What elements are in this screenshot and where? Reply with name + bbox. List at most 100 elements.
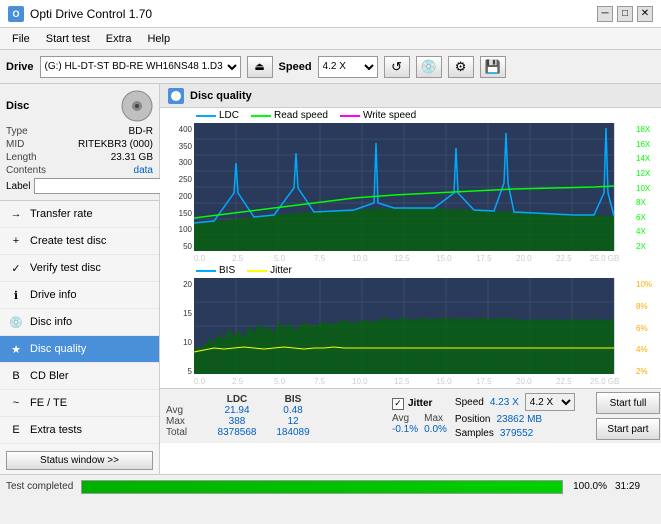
chart1-legend: LDC Read speed Write speed — [196, 110, 661, 121]
save-button[interactable]: 💾 — [480, 56, 506, 78]
minimize-button[interactable]: ─ — [597, 6, 613, 22]
action-buttons: Start full Start part — [596, 392, 660, 440]
nav-disc-info[interactable]: 💿 Disc info — [0, 309, 159, 336]
ldc-avg: 21.94 — [212, 405, 262, 416]
chart1-area: 400 350 300 250 200 150 100 50 — [164, 123, 661, 263]
nav-disc-quality[interactable]: ★ Disc quality — [0, 336, 159, 363]
jitter-check-label: Jitter — [408, 398, 432, 409]
maximize-button[interactable]: □ — [617, 6, 633, 22]
progress-percent: 100.0% — [571, 481, 607, 492]
total-label: Total — [166, 427, 206, 438]
speed-select-stats[interactable]: 4.2 X — [525, 393, 575, 411]
window-controls[interactable]: ─ □ ✕ — [597, 6, 653, 22]
drive-select[interactable]: (G:) HL-DT-ST BD-RE WH16NS48 1.D3 — [40, 56, 241, 78]
drive-label: Drive — [6, 61, 34, 73]
status-window-button[interactable]: Status window >> — [6, 451, 153, 470]
position-value: 23862 MB — [497, 414, 543, 425]
stats-table: LDC BIS Avg 21.94 0.48 Max 388 12 Total … — [166, 394, 384, 438]
svg-text:10.0: 10.0 — [352, 377, 368, 386]
nav-create-test-disc-label: Create test disc — [30, 235, 106, 247]
disc-label-input[interactable] — [34, 178, 168, 194]
read-speed-color — [251, 115, 271, 117]
content-title: Disc quality — [190, 90, 252, 102]
ldc-color — [196, 115, 216, 117]
refresh-button[interactable]: ↺ — [384, 56, 410, 78]
content-header: Disc quality — [160, 84, 661, 108]
speed-value: 4.23 X — [490, 397, 519, 408]
nav-fe-te-label: FE / TE — [30, 397, 67, 409]
progress-bar — [81, 480, 563, 494]
ldc-legend: LDC — [196, 110, 239, 121]
nav-drive-info-label: Drive info — [30, 289, 76, 301]
settings-button[interactable]: ⚙ — [448, 56, 474, 78]
bis-legend: BIS — [196, 265, 235, 276]
jitter-max: 0.0% — [424, 424, 447, 435]
disc-icon — [121, 90, 153, 122]
start-part-button[interactable]: Start part — [596, 418, 660, 440]
drive-info-icon: ℹ — [8, 287, 24, 303]
svg-text:5.0: 5.0 — [274, 254, 286, 263]
ldc-header: LDC — [212, 394, 262, 405]
speed-select[interactable]: 4.2 X — [318, 56, 378, 78]
menubar: File Start test Extra Help — [0, 28, 661, 50]
cd-bler-icon: B — [8, 368, 24, 384]
avg-label: Avg — [166, 405, 206, 416]
svg-text:15.0: 15.0 — [436, 254, 452, 263]
svg-text:10.0: 10.0 — [352, 254, 368, 263]
ldc-total: 8378568 — [212, 427, 262, 438]
nav-drive-info[interactable]: ℹ Drive info — [0, 282, 159, 309]
nav-verify-test-disc[interactable]: ✓ Verify test disc — [0, 255, 159, 282]
eject-button[interactable]: ⏏ — [247, 56, 273, 78]
ldc-max: 388 — [212, 416, 262, 427]
speed-position-section: Speed 4.23 X 4.2 X Position 23862 MB Sam… — [455, 393, 575, 439]
start-full-button[interactable]: Start full — [596, 392, 660, 414]
menu-starttest[interactable]: Start test — [38, 31, 98, 47]
nav-extra-tests-label: Extra tests — [30, 424, 82, 436]
chart2-legend: BIS Jitter — [196, 265, 661, 276]
stats-bar: LDC BIS Avg 21.94 0.48 Max 388 12 Total … — [160, 388, 661, 443]
chart1-y-left: 400 350 300 250 200 150 100 50 — [164, 123, 194, 263]
svg-text:0.0: 0.0 — [194, 254, 206, 263]
disc-info-icon: 💿 — [8, 314, 24, 330]
speed-label: Speed — [279, 61, 312, 73]
chart2-svg: 0.0 2.5 5.0 7.5 10.0 12.5 15.0 17.5 20.0… — [194, 278, 634, 388]
nav-extra-tests[interactable]: E Extra tests — [0, 417, 159, 444]
svg-text:20.0: 20.0 — [516, 254, 532, 263]
menu-help[interactable]: Help — [139, 31, 178, 47]
bis-total: 184089 — [268, 427, 318, 438]
titlebar-left: O Opti Drive Control 1.70 — [8, 6, 152, 22]
chart2-y-left: 20 15 10 5 — [164, 278, 194, 388]
progress-time: 31:29 — [615, 481, 655, 492]
chart2-container: BIS Jitter 20 15 10 5 — [160, 263, 661, 388]
svg-text:17.5: 17.5 — [476, 254, 492, 263]
toolbar: Drive (G:) HL-DT-ST BD-RE WH16NS48 1.D3 … — [0, 50, 661, 84]
write-speed-color — [340, 115, 360, 117]
menu-file[interactable]: File — [4, 31, 38, 47]
max-label: Max — [166, 416, 206, 427]
disc-title: Disc — [6, 100, 29, 112]
svg-text:25.0 GB: 25.0 GB — [590, 254, 619, 263]
read-speed-legend: Read speed — [251, 110, 328, 121]
disc-mid-field: MID RITEKBR3 (000) — [6, 139, 153, 150]
nav-disc-info-label: Disc info — [30, 316, 72, 328]
nav-create-test-disc[interactable]: + Create test disc — [0, 228, 159, 255]
svg-text:12.5: 12.5 — [394, 254, 410, 263]
main-layout: Disc Type BD-R MID RITEKBR3 (000) Length… — [0, 84, 661, 474]
chart2-y-right: 10% 8% 6% 4% 2% — [634, 278, 661, 388]
nav-cd-bler[interactable]: B CD Bler — [0, 363, 159, 390]
svg-text:17.5: 17.5 — [476, 377, 492, 386]
menu-extra[interactable]: Extra — [98, 31, 140, 47]
jitter-checkbox[interactable]: ✓ — [392, 398, 404, 410]
verify-test-disc-icon: ✓ — [8, 260, 24, 276]
svg-text:2.5: 2.5 — [232, 254, 244, 263]
disc-header: Disc — [6, 90, 153, 122]
disc-button[interactable]: 💿 — [416, 56, 442, 78]
nav-transfer-rate[interactable]: → Transfer rate — [0, 201, 159, 228]
nav-fe-te[interactable]: ~ FE / TE — [0, 390, 159, 417]
nav-transfer-rate-label: Transfer rate — [30, 208, 93, 220]
close-button[interactable]: ✕ — [637, 6, 653, 22]
chart2-area: 20 15 10 5 — [164, 278, 661, 388]
svg-text:7.5: 7.5 — [314, 377, 326, 386]
disc-label-row: Label ✎ — [6, 178, 153, 194]
jitter-legend: Jitter — [247, 265, 292, 276]
